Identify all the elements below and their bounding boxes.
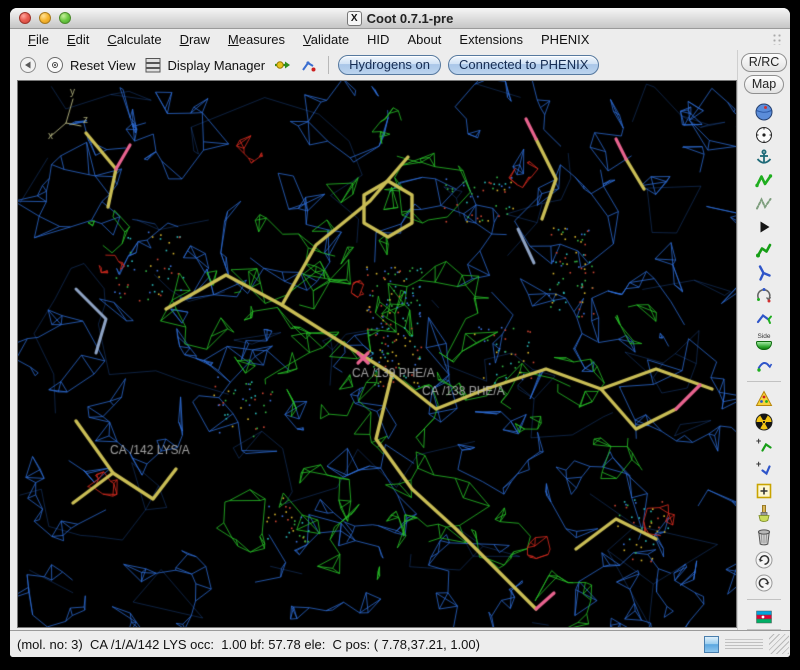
back-icon[interactable] (18, 55, 38, 75)
x11-icon: X (347, 11, 362, 26)
close-button[interactable] (19, 12, 31, 24)
menu-measures[interactable]: Measures (220, 30, 293, 49)
menu-file[interactable]: File (20, 30, 57, 49)
rrc-button[interactable]: R/RC (741, 53, 788, 72)
menu-calculate[interactable]: Calculate (99, 30, 169, 49)
menu-edit[interactable]: Edit (59, 30, 97, 49)
mutate-icon[interactable] (753, 388, 775, 409)
recentre-target-icon[interactable] (753, 124, 775, 145)
toolbar-separator (747, 381, 781, 382)
menu-hid[interactable]: HID (359, 30, 397, 49)
side-icon[interactable]: Side (753, 331, 775, 352)
menu-validate[interactable]: Validate (295, 30, 357, 49)
regularize-zone-icon[interactable] (753, 193, 775, 214)
status-slider[interactable] (725, 639, 763, 650)
status-text: (mol. no: 3) CA /1/A/142 LYS occ: 1.00 b… (17, 637, 698, 652)
menu-extensions[interactable]: Extensions (451, 30, 531, 49)
delete-icon[interactable] (753, 526, 775, 547)
flip-peptide-icon[interactable] (753, 354, 775, 375)
menu-about[interactable]: About (399, 30, 449, 49)
zoom-button[interactable] (59, 12, 71, 24)
toolbar-separator (328, 56, 329, 74)
simple-mutate-icon[interactable] (753, 411, 775, 432)
map-sphere-icon[interactable] (753, 101, 775, 122)
coot-window: X Coot 0.7.1-pre FileEditCalculateDrawMe… (10, 8, 790, 657)
redo-icon[interactable] (753, 572, 775, 593)
recentre-icon[interactable] (45, 55, 65, 75)
phenix-connection-button[interactable]: Connected to PHENIX (448, 55, 599, 75)
go-arrow-icon[interactable] (272, 55, 292, 75)
brush-icon[interactable] (753, 503, 775, 524)
titlebar[interactable]: X Coot 0.7.1-pre (10, 8, 790, 29)
resize-grip[interactable] (769, 634, 789, 654)
window-controls (19, 12, 71, 24)
svg-text:+: + (756, 436, 761, 446)
hydrogens-toggle-button[interactable]: Hydrogens on (338, 55, 441, 75)
main-content: Reset View Display Manager Hydrogens on … (10, 50, 790, 630)
right-toolbar: R/RC Map Side + + (737, 50, 790, 630)
window-title-area: X Coot 0.7.1-pre (10, 11, 790, 26)
undo-icon[interactable] (753, 549, 775, 570)
viewport-frame (10, 80, 737, 630)
minimize-button[interactable] (39, 12, 51, 24)
go-to-atom-icon[interactable] (299, 55, 319, 75)
window-title: Coot 0.7.1-pre (367, 11, 454, 26)
display-manager-button[interactable]: Display Manager (168, 58, 266, 73)
status-indicator (704, 636, 719, 653)
map-button[interactable]: Map (744, 75, 784, 94)
toolbar-separator (747, 599, 781, 600)
flag-icon[interactable] (753, 606, 775, 627)
menubar: FileEditCalculateDrawMeasuresValidateHID… (10, 29, 790, 50)
toolbar: Reset View Display Manager Hydrogens on … (10, 50, 737, 80)
place-atom-icon[interactable] (753, 480, 775, 501)
add-terminal-icon[interactable]: + (753, 434, 775, 455)
flip-sidechain-icon[interactable] (753, 308, 775, 329)
display-manager-icon[interactable] (143, 55, 163, 75)
rsr-zone-icon[interactable] (753, 170, 775, 191)
add-alt-conf-icon[interactable]: + (753, 457, 775, 478)
anchor-icon[interactable] (753, 147, 775, 168)
left-column: Reset View Display Manager Hydrogens on … (10, 50, 737, 630)
edit-chi-icon[interactable] (753, 285, 775, 306)
menu-phenix[interactable]: PHENIX (533, 30, 597, 49)
menu-draw[interactable]: Draw (172, 30, 218, 49)
rotamer-icon[interactable] (753, 262, 775, 283)
auto-fit-rotamer-icon[interactable] (753, 239, 775, 260)
screen: X Coot 0.7.1-pre FileEditCalculateDrawMe… (0, 0, 800, 670)
svg-text:+: + (756, 459, 761, 469)
toolbar-grip[interactable] (772, 33, 782, 45)
molecular-viewport[interactable] (17, 80, 737, 628)
play-icon[interactable] (753, 216, 775, 237)
reset-view-button[interactable]: Reset View (70, 58, 136, 73)
statusbar: (mol. no: 3) CA /1/A/142 LYS occ: 1.00 b… (10, 630, 790, 657)
